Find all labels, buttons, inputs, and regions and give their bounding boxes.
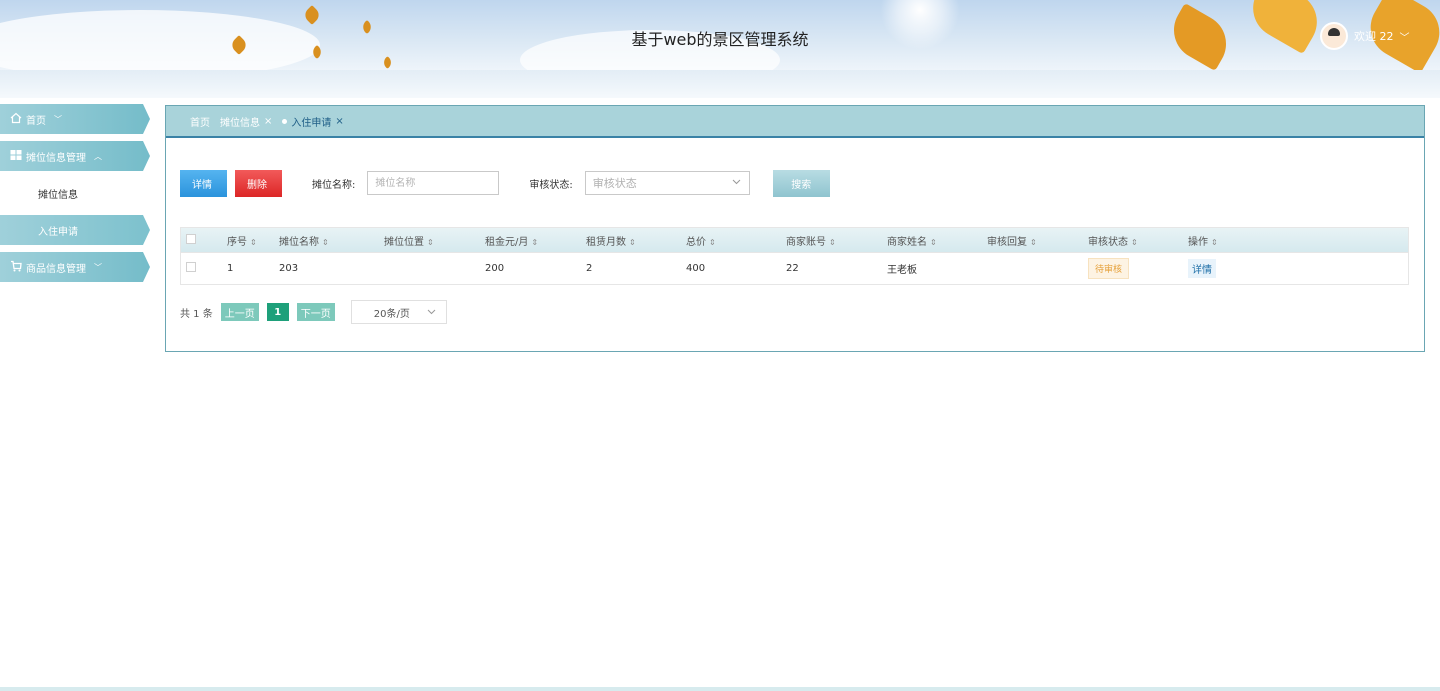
sidebar-item-label: 入住申请: [38, 226, 78, 238]
cell-merchant-account: 22: [786, 263, 799, 274]
sort-icon[interactable]: ⇕: [322, 238, 329, 247]
pagination: 共 1 条 上一页 1 下一页 20条/页: [180, 300, 447, 324]
column-header[interactable]: 操作 ⇕: [1188, 233, 1218, 248]
cell-stall-name: 203: [279, 263, 299, 274]
chevron-down-icon: [732, 178, 741, 188]
column-header[interactable]: 商家账号 ⇕: [786, 233, 836, 248]
leaf-decoration: [381, 56, 394, 69]
cell-months: 2: [586, 263, 593, 274]
select-all-checkbox[interactable]: [186, 233, 196, 247]
sort-icon[interactable]: ⇕: [1030, 238, 1037, 247]
sort-icon[interactable]: ⇕: [250, 238, 257, 247]
sidebar-item-label: 商品信息管理: [26, 263, 86, 275]
delete-button[interactable]: 删除: [235, 169, 282, 197]
sidebar-item-stall-management[interactable]: 摊位信息管理 ︿: [0, 141, 150, 171]
tab-checkin-application[interactable]: 入住申请 ×: [282, 114, 344, 129]
column-header[interactable]: 总价 ⇕: [686, 233, 716, 248]
sort-icon[interactable]: ⇕: [531, 238, 538, 247]
tab-label: 首页: [190, 117, 210, 129]
page-size-select[interactable]: 20条/页: [350, 300, 447, 324]
row-detail-button[interactable]: 详情: [1188, 259, 1216, 278]
data-table: 序号 ⇕ 摊位名称 ⇕ 摊位位置 ⇕ 租金元/月 ⇕ 租赁月数 ⇕ 总价 ⇕ 商家账号 ⇕ 商…: [180, 227, 1409, 285]
page-size-value: 20条/页: [373, 308, 410, 320]
sidebar: 首页 ﹀ 摊位信息管理 ︿ 摊位信息 入住申请 商品信息管理 ﹀: [0, 104, 152, 289]
column-header[interactable]: 摊位位置 ⇕: [384, 233, 434, 248]
cell-merchant-name: 王老板: [887, 265, 917, 276]
tab-label: 摊位信息: [220, 117, 260, 129]
close-icon[interactable]: ×: [335, 116, 343, 127]
sort-icon[interactable]: ⇕: [829, 238, 836, 247]
sidebar-item-label: 摊位信息管理: [26, 152, 86, 164]
main-panel: 首页 摊位信息 × 入住申请 × 详情 删除 摊位名称: 审核状态: 审核状态 …: [165, 105, 1425, 352]
user-menu[interactable]: 欢迎 22 ﹀: [1320, 22, 1410, 50]
sort-icon[interactable]: ⇕: [1131, 238, 1138, 247]
sidebar-item-label: 首页: [26, 115, 46, 127]
cart-icon: [10, 260, 22, 275]
chevron-down-icon[interactable]: ﹀: [1400, 29, 1410, 44]
sidebar-item-label: 摊位信息: [38, 189, 78, 201]
chevron-down-icon: ﹀: [94, 262, 102, 272]
header-banner: 基于web的景区管理系统 欢迎 22 ﹀: [0, 0, 1440, 70]
tab-home[interactable]: 首页: [190, 114, 210, 129]
sidebar-item-stall-info[interactable]: 摊位信息: [0, 178, 152, 208]
prev-page-button[interactable]: 上一页: [220, 303, 259, 321]
app-title: 基于web的景区管理系统: [631, 30, 809, 49]
status-badge: 待审核: [1088, 258, 1130, 279]
column-header[interactable]: 审核回复 ⇕: [987, 233, 1037, 248]
total-count: 共 1 条: [180, 308, 213, 320]
welcome-text: 欢迎 22: [1354, 30, 1394, 43]
status-label: 审核状态:: [529, 179, 573, 191]
home-icon: [10, 112, 22, 127]
sort-icon[interactable]: ⇕: [427, 238, 434, 247]
cell-rent: 200: [485, 263, 505, 274]
footer-divider: [0, 687, 1440, 691]
next-page-button[interactable]: 下一页: [296, 303, 335, 321]
search-button[interactable]: 搜索: [772, 169, 830, 197]
row-checkbox[interactable]: [186, 262, 196, 275]
leaf-decoration: [302, 5, 322, 25]
status-select-placeholder: 审核状态: [592, 177, 637, 190]
sort-icon[interactable]: ⇕: [709, 238, 716, 247]
tab-stall-info[interactable]: 摊位信息 ×: [220, 114, 272, 129]
sidebar-item-checkin-application[interactable]: 入住申请: [0, 215, 150, 245]
sidebar-item-goods-management[interactable]: 商品信息管理 ﹀: [0, 252, 150, 282]
sort-icon[interactable]: ⇕: [1211, 238, 1218, 247]
header-subband: [0, 70, 1440, 98]
avatar[interactable]: [1320, 22, 1348, 50]
sidebar-item-home[interactable]: 首页 ﹀: [0, 104, 150, 134]
close-icon[interactable]: ×: [264, 116, 272, 127]
column-header[interactable]: 租金元/月 ⇕: [485, 233, 538, 248]
page-number-button[interactable]: 1: [266, 303, 289, 321]
column-header[interactable]: 序号 ⇕: [227, 233, 257, 248]
chevron-down-icon: ﹀: [54, 114, 62, 124]
column-header[interactable]: 摊位名称 ⇕: [279, 233, 329, 248]
detail-button[interactable]: 详情: [180, 169, 227, 197]
column-header[interactable]: 商家姓名 ⇕: [887, 233, 937, 248]
toolbar: 详情 删除 摊位名称: 审核状态: 审核状态 搜索: [180, 168, 830, 198]
table-row[interactable]: 1 203 200 2 400 22 王老板 待审核 详情: [181, 252, 1408, 284]
cell-index: 1: [227, 263, 234, 274]
column-header[interactable]: 审核状态 ⇕: [1088, 233, 1138, 248]
chevron-down-icon: [427, 307, 436, 318]
status-select[interactable]: 审核状态: [584, 171, 750, 195]
cell-total: 400: [686, 263, 706, 274]
tab-bar: 首页 摊位信息 × 入住申请 ×: [166, 106, 1424, 138]
stall-name-input[interactable]: [367, 171, 500, 195]
active-dot-icon: [282, 118, 288, 124]
tab-label: 入住申请: [291, 117, 332, 129]
grid-icon: [10, 149, 22, 164]
table-header: 序号 ⇕ 摊位名称 ⇕ 摊位位置 ⇕ 租金元/月 ⇕ 租赁月数 ⇕ 总价 ⇕ 商家账号 ⇕ 商…: [181, 228, 1408, 252]
column-header[interactable]: 租赁月数 ⇕: [586, 233, 636, 248]
stall-name-label: 摊位名称:: [312, 179, 356, 191]
chevron-up-icon: ︿: [94, 151, 102, 161]
sort-icon[interactable]: ⇕: [930, 238, 937, 247]
sort-icon[interactable]: ⇕: [629, 238, 636, 247]
